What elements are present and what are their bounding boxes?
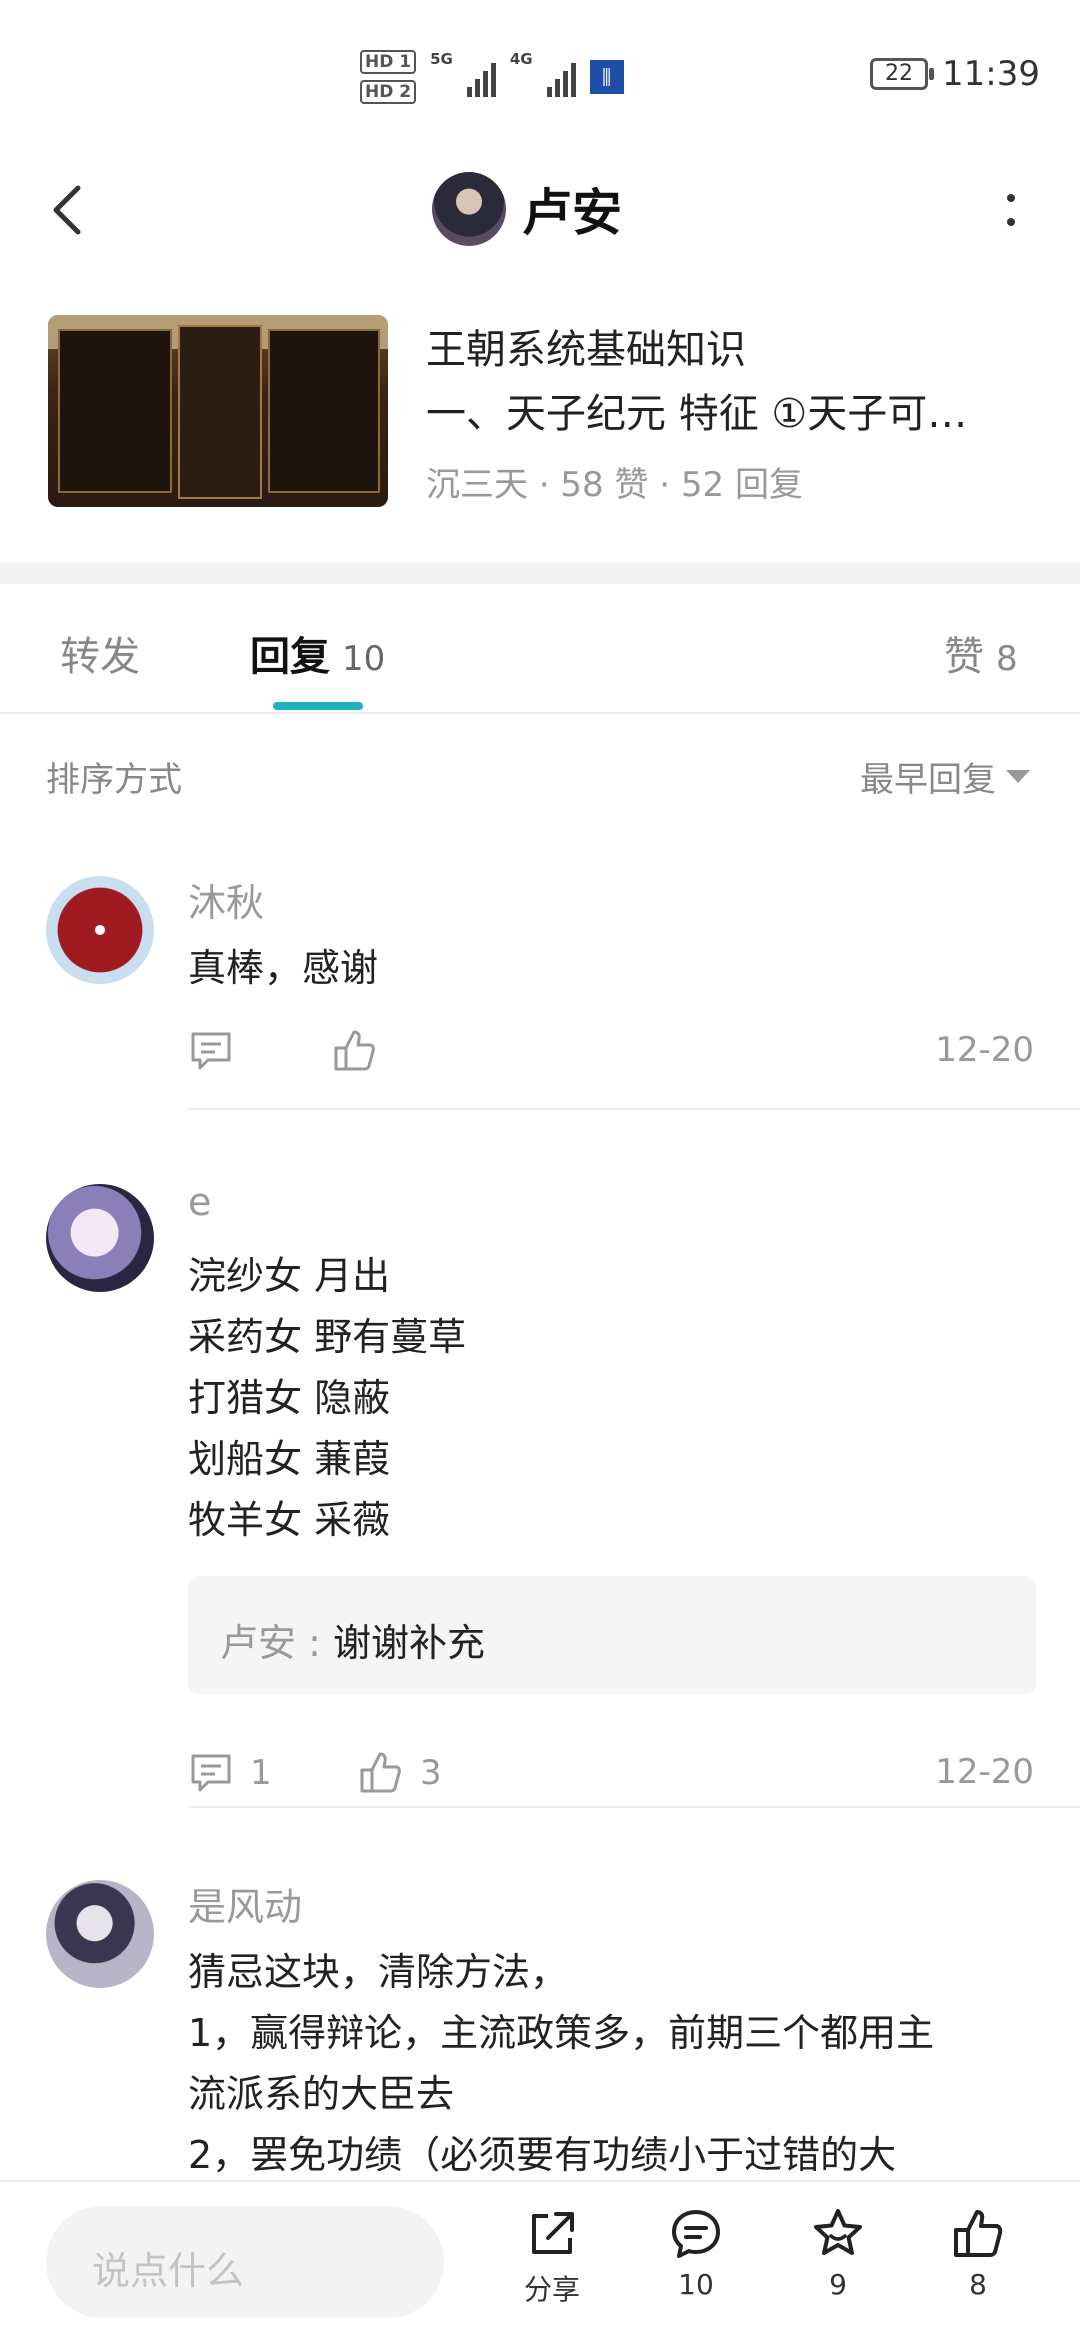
comment-line: 划船女 蒹葭 [188, 1437, 391, 1481]
hd-sim2-indicator: HD 2 [360, 80, 417, 104]
author-name: 卢安 [522, 184, 622, 242]
comment-line: 牧羊女 采薇 [188, 1498, 391, 1542]
tab-replies-label: 回复 [250, 634, 330, 680]
comment-text: 浣纱女 月出 采药女 野有蔓草 打猎女 隐蔽 划船女 蒹葭 牧羊女 采薇 [188, 1246, 1048, 1551]
comment-actions: 1 3 12-20 [188, 1750, 1034, 1800]
like-post-button[interactable]: 8 [928, 2206, 1028, 2301]
like-post-count: 8 [969, 2268, 987, 2301]
comment-line: 猜忌这块，清除方法， [188, 1950, 569, 1994]
nfc-icon: ⫼ [589, 60, 624, 94]
comment-line: 打猎女 隐蔽 [188, 1376, 391, 1420]
post-thumbnail [48, 315, 388, 507]
thumbs-up-icon [954, 2210, 1003, 2257]
tab-reposts-label: 转发 [60, 634, 140, 680]
comment-icon [191, 1032, 231, 1070]
bottom-action-bar: 说点什么 分享 10 9 8 [0, 2180, 1080, 2342]
nested-reply[interactable]: 卢安 : 谢谢补充 [188, 1576, 1036, 1694]
nested-reply-author[interactable]: 卢安 [220, 1621, 296, 1665]
tab-bar: 转发 回复 10 赞8 [0, 584, 1080, 714]
comment-divider [188, 1806, 1080, 1808]
share-icon [532, 2212, 574, 2254]
chevron-left-icon [53, 185, 81, 235]
commenter-avatar[interactable] [46, 876, 154, 984]
commenter-name[interactable]: 沐秋 [188, 872, 264, 927]
tab-replies-count: 10 [342, 639, 386, 679]
like-button[interactable]: 3 [358, 1750, 442, 1796]
commenter-name[interactable]: 是风动 [188, 1876, 302, 1931]
like-button[interactable] [332, 1028, 394, 1074]
comment-actions: 12-20 [188, 1028, 1034, 1078]
favorite-button[interactable]: 9 [788, 2206, 888, 2301]
post-title: 王朝系统基础知识 [426, 327, 746, 373]
comment-text: 真棒，感谢 [188, 938, 1048, 999]
commenter-name[interactable]: e [188, 1180, 211, 1224]
comment-icon [191, 1754, 231, 1792]
like-count: 3 [420, 1753, 442, 1793]
comment-text: 猜忌这块，清除方法， 1，赢得辩论，主流政策多，前期三个都用主 流派系的大臣去 … [188, 1942, 1048, 2186]
post-meta: 沉三天 · 58 赞 · 52 回复 [426, 465, 803, 505]
star-icon [814, 2209, 862, 2255]
status-bar: HD 1 HD 2 5G 4G ⫼ 22 11:39 [0, 0, 1080, 150]
tab-likes-label: 赞 [944, 634, 984, 680]
comment-line: 真棒，感谢 [188, 946, 379, 990]
commenter-avatar[interactable] [46, 1880, 154, 1988]
clock: 11:39 [942, 54, 1040, 94]
comments-button[interactable]: 10 [646, 2206, 746, 2301]
nested-reply-separator: : [296, 1621, 333, 1665]
tab-likes[interactable]: 赞8 [944, 624, 1018, 682]
caret-down-icon [1006, 770, 1030, 783]
battery-icon: 22 [870, 58, 935, 90]
tab-replies[interactable]: 回复 10 [250, 624, 385, 682]
comment-date: 12-20 [935, 1030, 1034, 1070]
post-card[interactable]: 王朝系统基础知识 一、天子纪元 特征 ①天子可… 沉三天 · 58 赞 · 52… [48, 315, 1038, 510]
share-label: 分享 [523, 2273, 580, 2306]
section-divider [0, 562, 1080, 584]
hd-sim1-indicator: HD 1 [360, 50, 417, 74]
sort-value: 最早回复 [860, 760, 996, 800]
commenter-avatar[interactable] [46, 1184, 154, 1292]
comments-count: 10 [678, 2268, 714, 2301]
comment-date: 12-20 [935, 1752, 1034, 1792]
comment-line: 2，罢免功绩（必须要有功绩小于过错的大 [188, 2133, 897, 2177]
nested-reply-text: 谢谢补充 [332, 1621, 485, 1665]
comment-line: 1，赢得辩论，主流政策多，前期三个都用主 [188, 2011, 935, 2055]
sort-label: 排序方式 [46, 760, 182, 800]
comment-bubble-icon [672, 2210, 720, 2258]
top-app-bar: 卢安 [0, 160, 1080, 260]
comment-input-placeholder: 说点什么 [92, 2249, 245, 2293]
signal-strength-2-icon [546, 57, 576, 97]
comment-input[interactable]: 说点什么 [46, 2206, 444, 2318]
more-options-button[interactable] [980, 180, 1040, 240]
reply-button[interactable] [188, 1028, 250, 1074]
thumbs-up-icon [360, 1752, 401, 1793]
author-header[interactable]: 卢安 [432, 172, 622, 246]
sort-dropdown[interactable]: 最早回复 [860, 752, 1030, 801]
tab-reposts[interactable]: 转发 [60, 624, 140, 682]
comment-line: 浣纱女 月出 [188, 1254, 391, 1298]
signal-strength-1-icon [466, 57, 496, 97]
status-icons: HD 1 HD 2 5G 4G ⫼ [360, 50, 624, 104]
back-button[interactable] [40, 180, 100, 240]
author-avatar[interactable] [432, 172, 506, 246]
share-button[interactable]: 分享 [502, 2206, 602, 2308]
tab-likes-count: 8 [996, 639, 1018, 679]
network-type-1: 5G [430, 50, 453, 68]
reply-button[interactable]: 1 [188, 1750, 272, 1796]
reply-count: 1 [250, 1753, 272, 1793]
comment-line: 采药女 野有蔓草 [188, 1315, 467, 1359]
network-type-2: 4G [509, 50, 533, 68]
favorite-count: 9 [829, 2268, 847, 2301]
comment-line: 流派系的大臣去 [188, 2072, 455, 2116]
post-excerpt: 一、天子纪元 特征 ①天子可… [426, 391, 968, 437]
active-tab-indicator [273, 702, 363, 710]
thumbs-up-icon [334, 1030, 375, 1071]
comment-divider [188, 1108, 1080, 1110]
